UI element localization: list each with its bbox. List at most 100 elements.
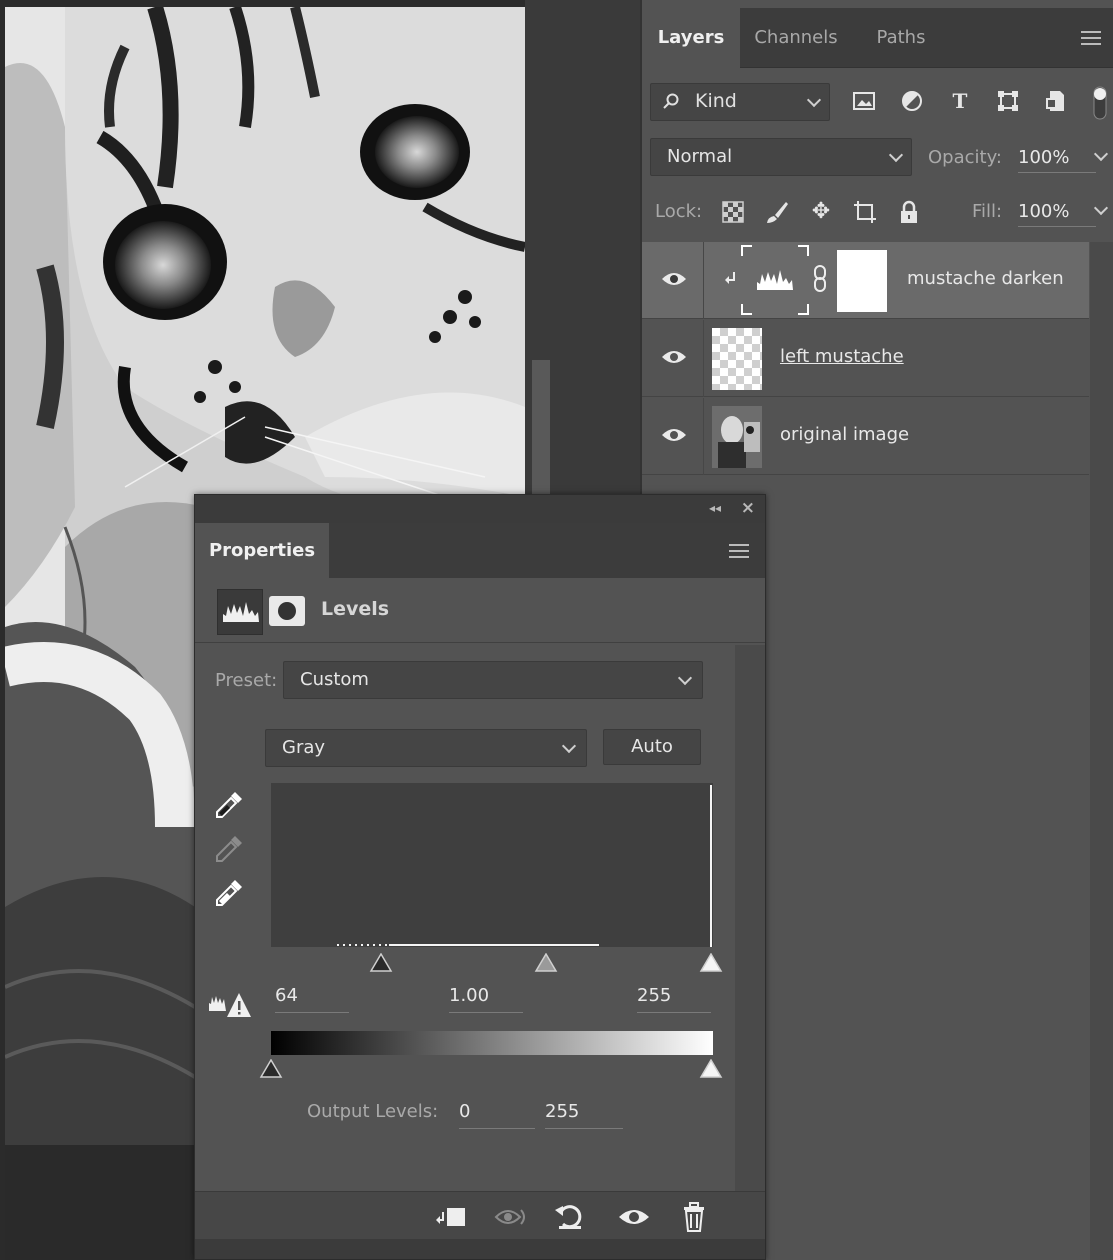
levels-adjustment-thumbnail[interactable] <box>740 244 810 316</box>
levels-histogram-icon <box>223 602 259 622</box>
properties-scrollbar[interactable] <box>735 645 765 1191</box>
chevron-down-icon <box>806 92 822 108</box>
lock-all-icon[interactable] <box>896 199 922 225</box>
mask-mode-button[interactable] <box>269 596 305 626</box>
tab-layers[interactable]: Layers <box>642 8 740 68</box>
input-gamma-field[interactable]: 1.00 <box>449 985 523 1013</box>
properties-panel: ◂◂ × Properties Levels Preset: Custom Gr… <box>194 494 766 1260</box>
visibility-toggle[interactable] <box>642 320 704 397</box>
lock-label: Lock: <box>655 201 703 222</box>
lock-artboard-icon[interactable] <box>852 199 878 225</box>
white-output-handle[interactable] <box>699 1059 723 1079</box>
layer-row-left-mustache[interactable]: left mustache <box>642 320 1089 397</box>
input-levels-slider[interactable] <box>271 949 723 975</box>
black-output-handle[interactable] <box>259 1059 283 1079</box>
filter-pixel-icon[interactable] <box>852 89 876 113</box>
fill-field[interactable]: 100% <box>1018 201 1096 227</box>
preset-label: Preset: <box>215 670 278 691</box>
preset-value: Custom <box>300 669 369 690</box>
chevron-down-icon <box>561 738 577 754</box>
input-white-field[interactable]: 255 <box>637 985 711 1013</box>
output-levels-label: Output Levels: <box>307 1101 439 1122</box>
channel-select[interactable]: Gray <box>265 729 587 767</box>
layer-row-mustache-darken[interactable]: mustache darken <box>642 242 1089 319</box>
fill-chevron-icon[interactable] <box>1093 200 1109 216</box>
filter-kind-select[interactable]: Kind <box>650 83 830 121</box>
blend-row: Normal Opacity: 100% <box>642 130 1113 184</box>
levels-histogram <box>271 783 713 947</box>
output-levels-slider[interactable] <box>259 1057 723 1083</box>
panel-menu-icon[interactable] <box>729 543 751 559</box>
opacity-chevron-icon[interactable] <box>1093 146 1109 162</box>
lock-position-move-icon[interactable]: ✥ <box>808 199 834 225</box>
visibility-toggle[interactable] <box>642 398 704 475</box>
histogram-graph <box>337 785 712 947</box>
layers-panel-tabbar: Layers Channels Paths <box>642 8 1113 68</box>
clipping-warning-icon[interactable] <box>207 991 253 1019</box>
search-icon <box>663 93 679 109</box>
filter-smart-object-icon[interactable] <box>1044 89 1068 113</box>
black-input-handle[interactable] <box>369 953 393 973</box>
black-point-eyedropper-icon[interactable] <box>213 789 245 821</box>
chain-link-icon[interactable] <box>812 264 828 294</box>
layer-name[interactable]: mustache darken <box>907 268 1064 289</box>
layer-name[interactable]: original image <box>780 424 909 445</box>
eye-icon <box>662 273 686 285</box>
layer-name[interactable]: left mustache <box>780 346 904 367</box>
channel-value: Gray <box>282 737 326 758</box>
collapse-panel-icon[interactable]: ◂◂ <box>709 501 721 515</box>
chevron-down-icon <box>677 670 693 686</box>
reset-icon[interactable] <box>551 1198 589 1236</box>
filter-kind-label: Kind <box>695 90 737 112</box>
chevron-down-icon <box>888 147 904 163</box>
output-black-field[interactable]: 0 <box>459 1101 535 1129</box>
gray-point-eyedropper-icon[interactable] <box>213 833 245 865</box>
lock-row: Lock: ✥ Fill: 100% <box>642 186 1113 240</box>
transparent-layer-thumbnail[interactable] <box>712 328 762 390</box>
auto-button[interactable]: Auto <box>603 729 701 765</box>
gamma-input-handle[interactable] <box>534 953 558 973</box>
clipping-mask-arrow-icon <box>725 272 735 284</box>
close-icon[interactable]: × <box>741 498 755 518</box>
properties-header: Levels <box>195 578 765 643</box>
eye-icon <box>662 351 686 363</box>
panel-resize-handle[interactable] <box>195 1239 765 1259</box>
filter-toggle-icon[interactable] <box>1090 83 1110 123</box>
tab-properties[interactable]: Properties <box>195 523 329 578</box>
layer-filter-row: Kind T <box>642 75 1113 129</box>
delete-trash-icon[interactable] <box>675 1198 713 1236</box>
opacity-field[interactable]: 100% <box>1018 147 1096 173</box>
view-previous-state-icon[interactable] <box>493 1198 531 1236</box>
filter-adjustment-icon[interactable] <box>900 89 924 113</box>
output-gradient-bar <box>271 1031 713 1055</box>
lock-pixels-brush-icon[interactable] <box>764 199 790 225</box>
tab-paths[interactable]: Paths <box>852 8 950 68</box>
adjustment-title: Levels <box>321 598 390 620</box>
levels-controls: Preset: Custom Gray Auto 64 1.00 255 Out… <box>195 645 735 1191</box>
layers-scrollbar[interactable] <box>1090 242 1113 1260</box>
levels-mode-button[interactable] <box>217 589 263 635</box>
toggle-visibility-eye-icon[interactable] <box>615 1198 653 1236</box>
filter-type-icon[interactable]: T <box>948 89 972 113</box>
output-white-field[interactable]: 255 <box>545 1101 623 1129</box>
input-black-field[interactable]: 64 <box>275 985 349 1013</box>
layer-mask-thumbnail[interactable] <box>837 250 887 312</box>
filter-shape-icon[interactable] <box>996 89 1020 113</box>
fill-label: Fill: <box>972 201 1003 222</box>
visibility-toggle[interactable] <box>642 242 704 319</box>
white-input-handle[interactable] <box>699 953 723 973</box>
preset-select[interactable]: Custom <box>283 661 703 699</box>
blend-mode-select[interactable]: Normal <box>650 138 912 176</box>
opacity-label: Opacity: <box>928 147 1002 168</box>
photo-layer-thumbnail[interactable] <box>712 406 762 468</box>
canvas-scrollbar[interactable] <box>532 360 550 495</box>
clip-to-layer-icon[interactable] <box>433 1198 471 1236</box>
lock-transparent-icon[interactable] <box>720 199 746 225</box>
white-point-eyedropper-icon[interactable] <box>213 877 245 909</box>
eye-icon <box>662 429 686 441</box>
properties-titlebar[interactable]: ◂◂ × <box>195 495 765 523</box>
tab-channels[interactable]: Channels <box>740 8 852 68</box>
panel-menu-icon[interactable] <box>1081 30 1103 46</box>
properties-tabbar: Properties <box>195 523 765 578</box>
layer-row-original-image[interactable]: original image <box>642 398 1089 475</box>
